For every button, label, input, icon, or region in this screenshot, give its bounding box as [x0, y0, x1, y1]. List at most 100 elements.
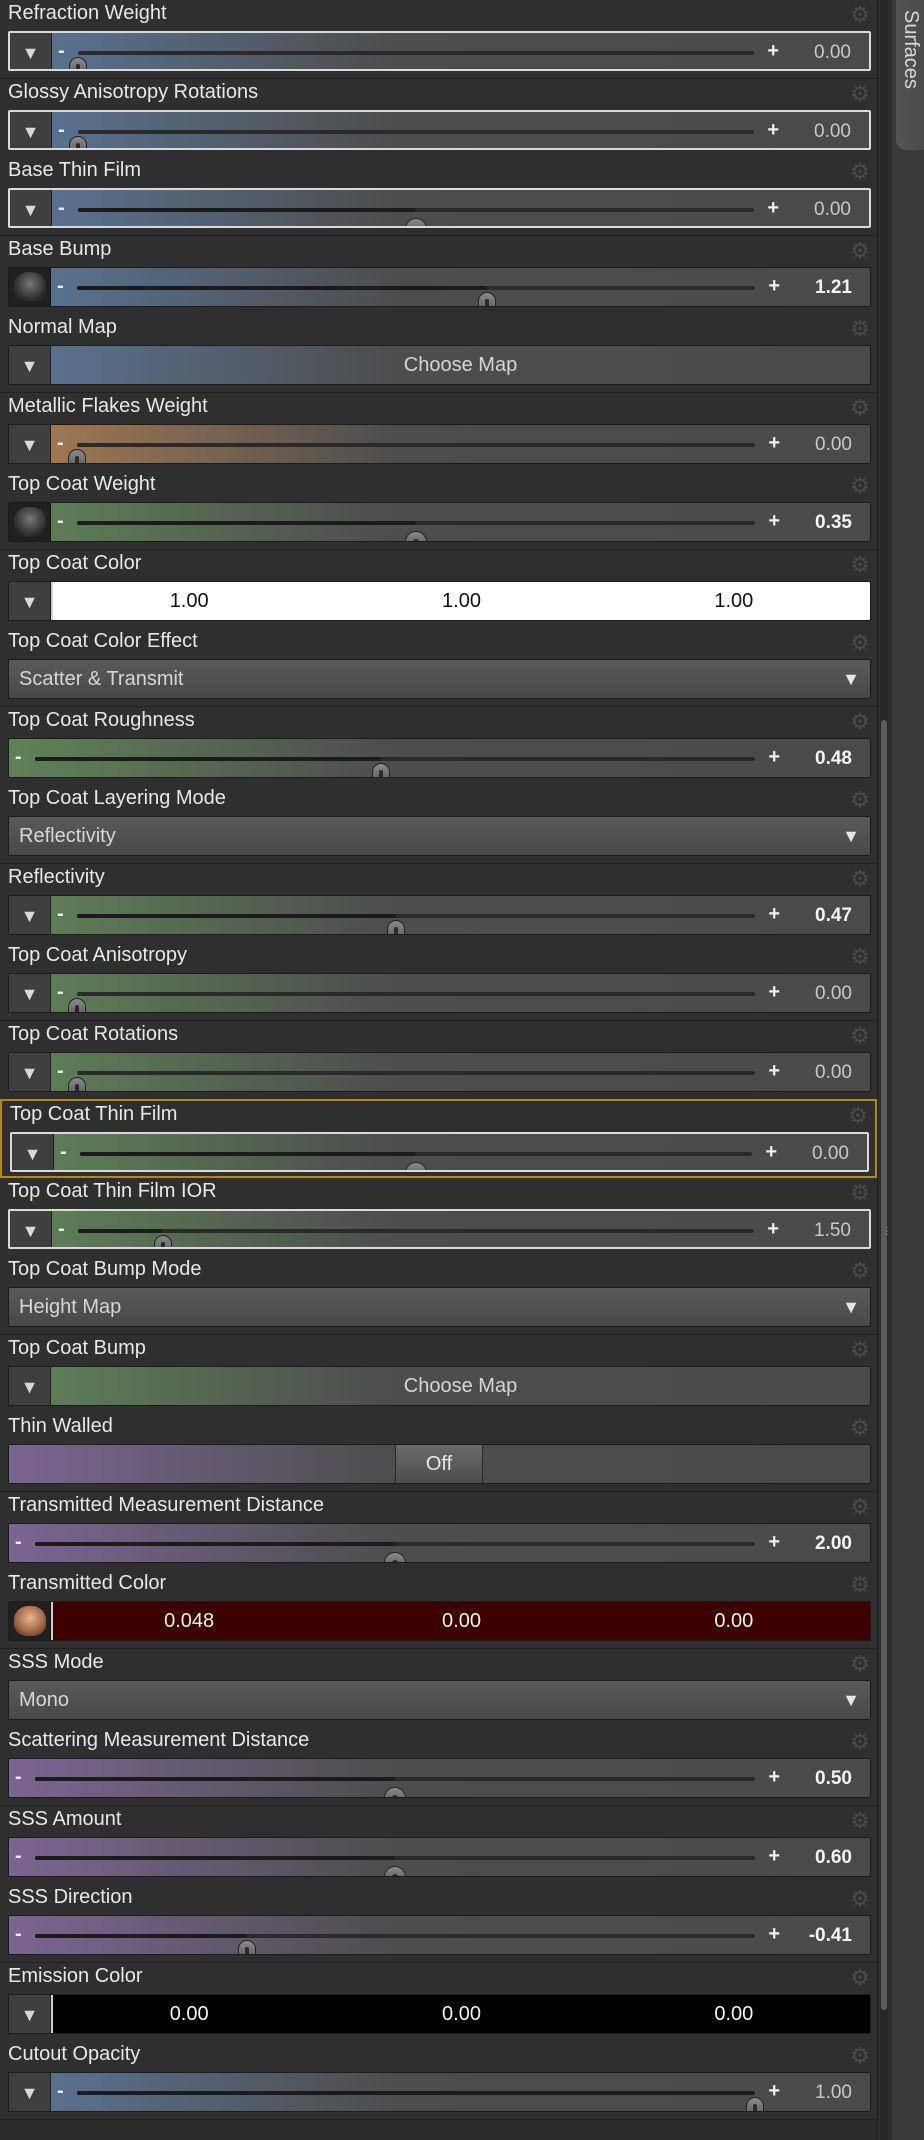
slider[interactable]: - + -0.41	[9, 1916, 870, 1954]
slider[interactable]: - +0.35	[51, 503, 870, 541]
plus-icon[interactable]: +	[768, 974, 780, 1012]
dropdown-menu-button[interactable]: ▼	[9, 346, 51, 384]
plus-icon[interactable]: +	[767, 190, 779, 226]
gear-icon[interactable]: ⚙	[849, 1495, 871, 1518]
minus-icon[interactable]: -	[57, 1053, 64, 1091]
slider[interactable]: - +0.00	[51, 425, 870, 463]
choose-map-button[interactable]: Choose Map	[51, 346, 870, 384]
plus-icon[interactable]: +	[768, 1838, 780, 1876]
slider[interactable]: - +1.50	[52, 1211, 869, 1247]
slider-track[interactable]	[35, 1541, 755, 1562]
gear-icon[interactable]: ⚙	[849, 710, 871, 733]
slider[interactable]: - +0.00	[51, 974, 870, 1012]
slider-knob[interactable]	[238, 1940, 257, 1954]
dropdown-menu-button[interactable]: ▼	[12, 1134, 54, 1170]
slider-track[interactable]	[35, 1855, 755, 1876]
top-coat-color-effect-select[interactable]: Scatter & Transmit ▼	[8, 659, 871, 699]
minus-icon[interactable]: -	[15, 1759, 22, 1797]
slider-knob[interactable]	[405, 218, 427, 226]
slider[interactable]: - +0.00	[52, 190, 869, 226]
slider-value[interactable]: 0.00	[815, 1053, 852, 1091]
minus-icon[interactable]: -	[58, 190, 65, 226]
plus-icon[interactable]: +	[768, 425, 780, 463]
top-coat-roughness-control[interactable]: - +0.48	[8, 737, 871, 778]
slider[interactable]: - +2.00	[9, 1524, 870, 1562]
gear-icon[interactable]: ⚙	[849, 1181, 871, 1204]
slider-track[interactable]	[77, 285, 755, 306]
sss-direction-control[interactable]: - + -0.41	[8, 1915, 871, 1955]
slider[interactable]: - +1.21	[51, 268, 870, 306]
gear-icon[interactable]: ⚙	[849, 2045, 871, 2067]
slider-track[interactable]	[77, 521, 755, 541]
refraction-weight-control[interactable]: ▼ - +0.00	[8, 31, 871, 71]
slider-knob[interactable]	[371, 762, 390, 777]
slider-track[interactable]	[69, 51, 754, 69]
plus-icon[interactable]: +	[768, 1053, 780, 1091]
green-channel-field[interactable]: 1.00	[325, 582, 597, 620]
slider-value[interactable]: 0.00	[814, 112, 851, 148]
gear-icon[interactable]: ⚙	[849, 239, 871, 262]
slider-track[interactable]	[69, 129, 754, 148]
gear-icon[interactable]: ⚙	[849, 1417, 871, 1439]
top-coat-bump-mode-select[interactable]: Height Map ▼	[8, 1287, 871, 1327]
slider-track[interactable]	[78, 1228, 754, 1247]
top-coat-color-control[interactable]: ▼ 1.00 1.00 1.00	[8, 580, 871, 621]
transmitted-color-control[interactable]: 0.048 0.00 0.00	[8, 1601, 871, 1641]
slider-track[interactable]	[80, 1152, 752, 1170]
slider-value[interactable]: 0.48	[815, 739, 852, 777]
slider-value[interactable]: 1.50	[814, 1211, 851, 1247]
slider[interactable]: - +0.48	[9, 739, 870, 777]
plus-icon[interactable]: +	[765, 1134, 777, 1170]
base-thin-film-control[interactable]: ▼ - +0.00	[8, 188, 871, 228]
slider-value[interactable]: 1.21	[815, 268, 852, 306]
dropdown-menu-button[interactable]: ▼	[9, 1366, 51, 1405]
slider-value[interactable]: 0.35	[815, 503, 852, 541]
top-coat-bump-control[interactable]: ▼ Choose Map	[8, 1365, 871, 1406]
top-coat-anisotropy-control[interactable]: ▼ - +0.00	[8, 973, 871, 1013]
reflectivity-control[interactable]: ▼ - +0.47	[8, 894, 871, 935]
dropdown-menu-button[interactable]: ▼	[9, 895, 51, 934]
slider-value[interactable]: -0.41	[809, 1916, 852, 1954]
slider-knob[interactable]	[384, 1865, 406, 1876]
minus-icon[interactable]: -	[60, 1134, 67, 1170]
slider[interactable]: - +0.00	[51, 1053, 870, 1091]
slider[interactable]: - +0.60	[9, 1838, 870, 1876]
green-channel-field[interactable]: 0.00	[325, 1602, 597, 1640]
slider-value[interactable]: 0.60	[815, 1838, 852, 1876]
minus-icon[interactable]: -	[57, 896, 64, 934]
minus-icon[interactable]: -	[57, 425, 64, 463]
thin-walled-control[interactable]: Off	[8, 1444, 871, 1484]
blue-channel-field[interactable]: 1.00	[598, 582, 870, 620]
gear-icon[interactable]: ⚙	[849, 475, 871, 497]
slider-value[interactable]: 0.50	[815, 1759, 852, 1797]
slider-knob[interactable]	[68, 998, 86, 1012]
dropdown-menu-button[interactable]: ▼	[9, 1994, 51, 2033]
color-value-fields[interactable]: 0.00 0.00 0.00	[51, 1994, 870, 2033]
slider-knob[interactable]	[69, 57, 87, 69]
gear-icon[interactable]: ⚙	[849, 82, 871, 105]
gear-icon[interactable]: ⚙	[849, 1338, 871, 1361]
plus-icon[interactable]: +	[768, 268, 780, 306]
sss-mode-select[interactable]: Mono ▼	[8, 1679, 871, 1720]
slider-track[interactable]	[77, 2091, 764, 2111]
slider-knob[interactable]	[405, 1162, 427, 1170]
gear-icon[interactable]: ⚙	[849, 161, 871, 183]
dropdown-menu-button[interactable]: ▼	[10, 1210, 52, 1247]
gear-icon[interactable]: ⚙	[849, 1574, 871, 1596]
dropdown-menu-button[interactable]: ▼	[9, 1052, 51, 1091]
plus-icon[interactable]: +	[768, 1916, 780, 1954]
red-channel-field[interactable]: 0.048	[53, 1602, 325, 1640]
slider[interactable]: - +0.00	[52, 33, 869, 69]
gear-icon[interactable]: ⚙	[849, 1888, 871, 1910]
gear-icon[interactable]: ⚙	[849, 318, 871, 340]
minus-icon[interactable]: -	[57, 2073, 64, 2111]
top-coat-thin-film-control[interactable]: ▼ - +0.00	[10, 1132, 869, 1172]
slider-value[interactable]: 0.00	[814, 190, 851, 226]
slider-value[interactable]: 2.00	[815, 1524, 852, 1562]
slider-knob[interactable]	[405, 531, 427, 541]
dropdown-menu-button[interactable]: ▼	[10, 111, 52, 148]
gear-icon[interactable]: ⚙	[849, 632, 871, 654]
slider[interactable]: - +0.50	[9, 1759, 870, 1797]
minus-icon[interactable]: -	[15, 1524, 22, 1562]
minus-icon[interactable]: -	[57, 503, 64, 541]
